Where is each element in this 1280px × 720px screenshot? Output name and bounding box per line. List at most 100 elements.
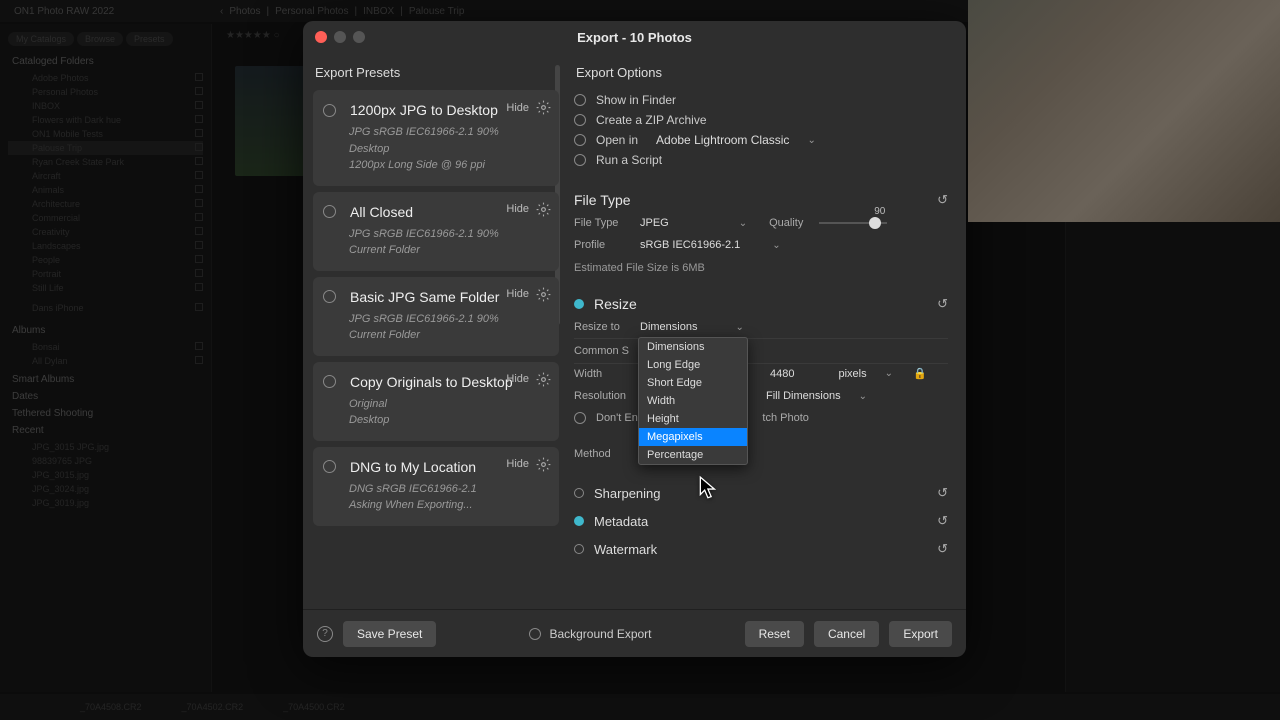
gear-icon[interactable] [536, 202, 551, 217]
gear-icon[interactable] [536, 372, 551, 387]
preset-item[interactable]: All Closed Hide JPG sRGB IEC61966-2.1 90… [313, 192, 559, 271]
preset-meta: DNG sRGB IEC61966-2.1 Asking When Export… [323, 481, 549, 514]
gear-icon[interactable] [536, 287, 551, 302]
close-window-button[interactable] [315, 31, 327, 43]
dialog-title: Export - 10 Photos [303, 30, 966, 45]
resize-to-label: Resize to [574, 321, 630, 333]
preset-radio[interactable] [323, 104, 336, 117]
profile-select[interactable]: sRGB IEC61966-2.1 [640, 239, 740, 251]
preset-meta: JPG sRGB IEC61966-2.1 90% Current Folder [323, 226, 549, 259]
quality-value: 90 [874, 206, 885, 217]
section-enabled-dot[interactable] [574, 299, 584, 309]
quality-slider[interactable]: 90 [819, 222, 887, 224]
options-panel: Export Options Show in Finder Create a Z… [564, 53, 966, 609]
dropdown-item-dimensions[interactable]: Dimensions [639, 338, 747, 356]
save-preset-button[interactable]: Save Preset [343, 621, 436, 647]
chevron-down-icon: ⌄ [885, 368, 893, 379]
sharpening-section-header[interactable]: Sharpening ↺ [574, 479, 948, 507]
left-sidebar: My Catalogs Browse Presets Cataloged Fol… [0, 24, 212, 692]
preset-meta: Original Desktop [323, 396, 549, 429]
dropdown-item-long-edge[interactable]: Long Edge [639, 356, 747, 374]
preset-item[interactable]: 1200px JPG to Desktop Hide JPG sRGB IEC6… [313, 90, 559, 186]
gear-icon[interactable] [536, 100, 551, 115]
preset-radio[interactable] [323, 375, 336, 388]
reset-icon[interactable]: ↺ [937, 192, 948, 208]
run-script-option[interactable]: Run a Script [574, 150, 948, 170]
section-enabled-dot[interactable] [574, 516, 584, 526]
common-size-label: Common S [574, 345, 636, 357]
preset-item[interactable]: Copy Originals to Desktop Hide Original … [313, 362, 559, 441]
bottom-bar: _70A4508.CR2 _70A4502.CR2 _70A4500.CR2 [0, 694, 1280, 720]
resize-to-dropdown: Dimensions Long Edge Short Edge Width He… [638, 337, 748, 465]
preset-item[interactable]: Basic JPG Same Folder Hide JPG sRGB IEC6… [313, 277, 559, 356]
file-size-estimate: Estimated File Size is 6MB [574, 262, 948, 274]
lock-icon[interactable]: 🔒 [913, 367, 927, 380]
background-export-checkbox[interactable]: Background Export [529, 627, 651, 641]
hide-button[interactable]: Hide [506, 373, 529, 385]
show-in-finder-option[interactable]: Show in Finder [574, 90, 948, 110]
width-value[interactable]: 4480 [766, 368, 798, 380]
gear-icon[interactable] [536, 457, 551, 472]
zip-option[interactable]: Create a ZIP Archive [574, 110, 948, 130]
presets-panel-title: Export Presets [313, 61, 559, 90]
resize-section-header[interactable]: Resize ↺ [574, 292, 948, 316]
preset-radio[interactable] [323, 290, 336, 303]
section-enabled-dot[interactable] [574, 488, 584, 498]
units-select[interactable]: pixels [838, 368, 866, 380]
open-in-app[interactable]: Adobe Lightroom Classic [656, 133, 789, 147]
zoom-window-button[interactable] [353, 31, 365, 43]
dropdown-item-percentage[interactable]: Percentage [639, 446, 747, 464]
dropdown-item-megapixels[interactable]: Megapixels [639, 428, 747, 446]
filetype-label: File Type [574, 217, 630, 229]
metadata-section-header[interactable]: Metadata ↺ [574, 507, 948, 535]
reset-icon[interactable]: ↺ [937, 513, 948, 529]
chevron-down-icon: ⌄ [772, 240, 780, 251]
options-panel-title: Export Options [574, 61, 948, 90]
chevron-down-icon: ⌄ [807, 135, 815, 146]
watermark-section-header[interactable]: Watermark ↺ [574, 535, 948, 563]
export-button[interactable]: Export [889, 621, 952, 647]
export-dialog: Export - 10 Photos Export Presets 1200px… [303, 21, 966, 657]
stretch-label: tch Photo [762, 412, 808, 424]
profile-label: Profile [574, 239, 630, 251]
dialog-footer: ? Save Preset Background Export Reset Ca… [303, 609, 966, 657]
chevron-down-icon: ⌄ [739, 218, 747, 229]
reset-button[interactable]: Reset [745, 621, 804, 647]
webcam-overlay [968, 0, 1280, 222]
resolution-label: Resolution [574, 390, 636, 402]
help-icon[interactable]: ? [317, 626, 333, 642]
filetype-section-header[interactable]: File Type ↺ [574, 188, 948, 212]
quality-label: Quality [769, 217, 803, 229]
section-enabled-dot[interactable] [574, 544, 584, 554]
breadcrumb: ‹ Photos| Personal Photos| INBOX| Palous… [220, 0, 464, 22]
chevron-down-icon: ⌄ [735, 322, 743, 333]
hide-button[interactable]: Hide [506, 458, 529, 470]
reset-icon[interactable]: ↺ [937, 296, 948, 312]
dont-enlarge-radio[interactable] [574, 412, 586, 424]
cancel-button[interactable]: Cancel [814, 621, 879, 647]
preset-item[interactable]: DNG to My Location Hide DNG sRGB IEC6196… [313, 447, 559, 526]
hide-button[interactable]: Hide [506, 102, 529, 114]
dropdown-item-height[interactable]: Height [639, 410, 747, 428]
preset-meta: JPG sRGB IEC61966-2.1 90% Desktop 1200px… [323, 124, 549, 174]
rating-stars: ★★★★★ ○ [226, 30, 280, 41]
filetype-select[interactable]: JPEG [640, 217, 669, 229]
reset-icon[interactable]: ↺ [937, 541, 948, 557]
hide-button[interactable]: Hide [506, 203, 529, 215]
fill-select[interactable]: Fill Dimensions [766, 390, 841, 402]
preset-radio[interactable] [323, 460, 336, 473]
titlebar: Export - 10 Photos [303, 21, 966, 53]
width-label: Width [574, 368, 636, 380]
reset-icon[interactable]: ↺ [937, 485, 948, 501]
preset-radio[interactable] [323, 205, 336, 218]
preset-meta: JPG sRGB IEC61966-2.1 90% Current Folder [323, 311, 549, 344]
dropdown-item-short-edge[interactable]: Short Edge [639, 374, 747, 392]
hide-button[interactable]: Hide [506, 288, 529, 300]
minimize-window-button[interactable] [334, 31, 346, 43]
open-in-option[interactable]: Open inAdobe Lightroom Classic⌄ [574, 130, 948, 150]
presets-panel: Export Presets 1200px JPG to Desktop Hid… [303, 53, 564, 609]
resize-to-select[interactable]: Dimensions ⌄ [640, 321, 744, 333]
chevron-down-icon: ⌄ [859, 391, 867, 402]
method-label: Method [574, 448, 630, 460]
dropdown-item-width[interactable]: Width [639, 392, 747, 410]
